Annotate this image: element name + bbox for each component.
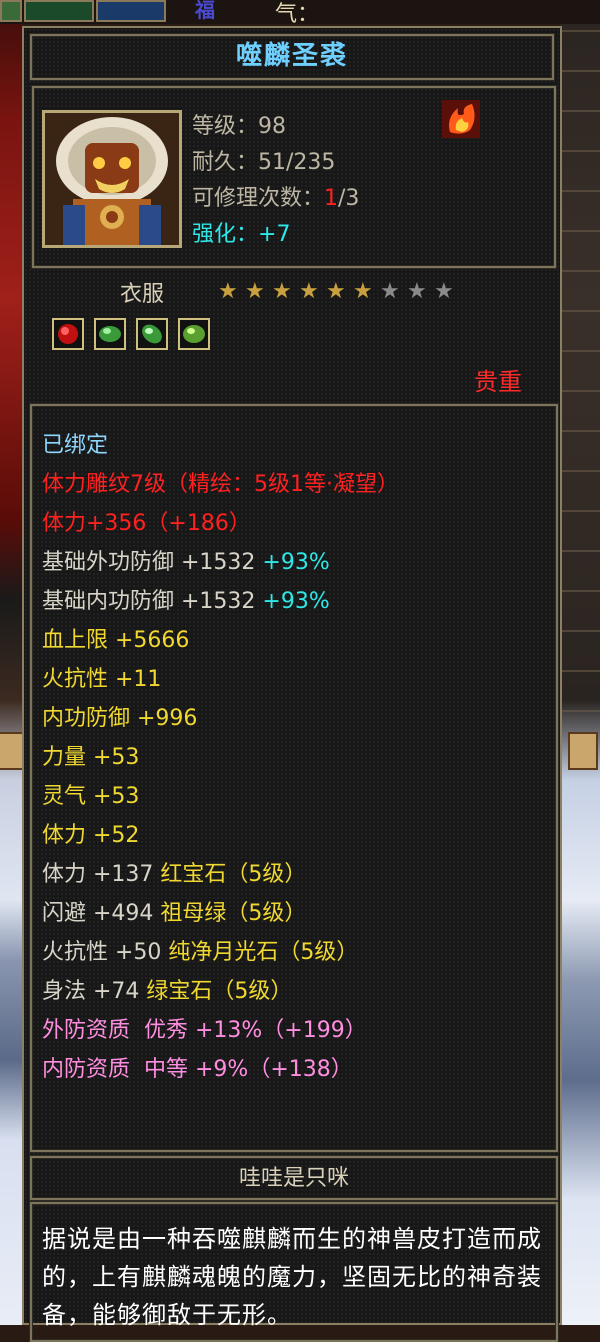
owner-frame: 哇哇是只咪 — [30, 1156, 558, 1200]
green-gem-icon — [136, 318, 168, 350]
gem-stat-3: 火抗性 +50 纯净月光石（5级） — [42, 940, 358, 966]
engrave-line: 体力雕纹7级（精绘：5级1等·凝望） — [42, 472, 399, 497]
stat-strength: 力量 +53 — [42, 745, 140, 770]
side-button-left[interactable] — [0, 732, 24, 770]
gem-stat-1-name: 红宝石（5级） — [160, 862, 307, 887]
top-qi-label: 气： — [275, 2, 320, 27]
stat-ext-defense-value: 基础外功防御 +1532 — [42, 550, 256, 575]
item-description: 据说是由一种吞噬麒麟而生的神兽皮打造而成的，上有麒麟魂魄的魔力，坚固无比的神奇装… — [42, 1225, 542, 1329]
owner-name: 哇哇是只咪 — [238, 1166, 349, 1191]
stat-ext-defense-pct: +93% — [262, 550, 330, 575]
stat-vitality: 体力 +52 — [42, 823, 140, 848]
repair-max-count: /3 — [338, 186, 360, 211]
star-empty-icon: ★ — [434, 279, 454, 304]
gem-stat-1-value: 体力 +137 — [42, 862, 154, 887]
gem-stat-4-name: 绿宝石（5级） — [146, 979, 293, 1004]
stat-spirit: 灵气 +53 — [42, 784, 140, 809]
star-empty-icon: ★ — [380, 279, 400, 304]
stat-fire-res: 火抗性 +11 — [42, 667, 162, 692]
red-gem-icon — [52, 318, 84, 350]
stat-inner-defense: 内功防御 +996 — [42, 706, 198, 731]
item-name: 噬麟圣裘 — [235, 41, 348, 71]
repair-label: 可修理次数： — [192, 186, 325, 211]
rarity-label: 贵重 — [474, 368, 522, 396]
gem-stat-2: 闪避 +494 祖母绿（5级） — [42, 901, 306, 927]
gem-stat-4: 身法 +74 绿宝石（5级） — [42, 979, 292, 1005]
title-frame: 噬麟圣裘 — [30, 34, 554, 80]
level-text: 等级：98 — [192, 114, 286, 139]
star-filled-icon: ★ — [245, 279, 265, 304]
gem-stat-2-value: 闪避 +494 — [42, 901, 154, 926]
background-scene-left — [0, 0, 22, 1325]
item-category: 衣服 — [120, 282, 165, 307]
side-button-right[interactable] — [568, 732, 598, 770]
enhance-text: 强化：+7 — [192, 216, 290, 248]
top-skill-icon[interactable] — [0, 0, 22, 22]
item-tooltip-panel: 噬麟圣裘 等级：98 耐久：51/235 可修理次数：1/3 强化：+7 衣服 — [22, 26, 562, 1342]
repair-text: 可修理次数：1/3 — [192, 180, 359, 212]
fire-element-icon — [442, 100, 480, 138]
repair-used-count: 1 — [324, 186, 339, 211]
stat-ext-defense: 基础外功防御 +1532 +93% — [42, 550, 330, 576]
stat-hp: 血上限 +5666 — [42, 628, 190, 653]
star-filled-icon: ★ — [299, 279, 319, 304]
top-bar: 福 气： — [0, 0, 600, 27]
green-gem-icon — [178, 318, 210, 350]
enhance-value: +7 — [258, 222, 291, 247]
aptitude-ext: 外防资质 优秀 +13%（+199） — [42, 1018, 367, 1043]
star-filled-icon: ★ — [326, 279, 346, 304]
gem-stat-1: 体力 +137 红宝石（5级） — [42, 862, 306, 888]
stat-int-defense-value: 基础内功防御 +1532 — [42, 589, 256, 614]
star-filled-icon: ★ — [272, 279, 292, 304]
stat-vitality-main: 体力+356（+186） — [42, 511, 251, 536]
enhance-label: 强化： — [192, 222, 259, 247]
gem-stat-4-value: 身法 +74 — [42, 979, 140, 1004]
top-partial-label: 福 — [195, 0, 215, 22]
top-skill-icon[interactable] — [96, 0, 166, 22]
gem-stat-3-name: 纯净月光石（5级） — [168, 940, 359, 965]
star-filled-icon: ★ — [353, 279, 373, 304]
durability-text: 耐久：51/235 — [192, 150, 336, 175]
background-scene-right — [560, 0, 600, 1325]
star-filled-icon: ★ — [218, 279, 238, 304]
top-skill-icon[interactable] — [24, 0, 94, 22]
stat-int-defense: 基础内功防御 +1532 +93% — [42, 589, 330, 615]
gem-stat-2-name: 祖母绿（5级） — [160, 901, 307, 926]
stat-int-defense-pct: +93% — [262, 589, 330, 614]
green-gem-icon — [94, 318, 126, 350]
gem-stat-3-value: 火抗性 +50 — [42, 940, 162, 965]
bound-status: 已绑定 — [42, 433, 109, 458]
aptitude-int: 内防资质 中等 +9%（+138） — [42, 1057, 353, 1082]
star-empty-icon: ★ — [407, 279, 427, 304]
item-portrait — [42, 110, 182, 248]
